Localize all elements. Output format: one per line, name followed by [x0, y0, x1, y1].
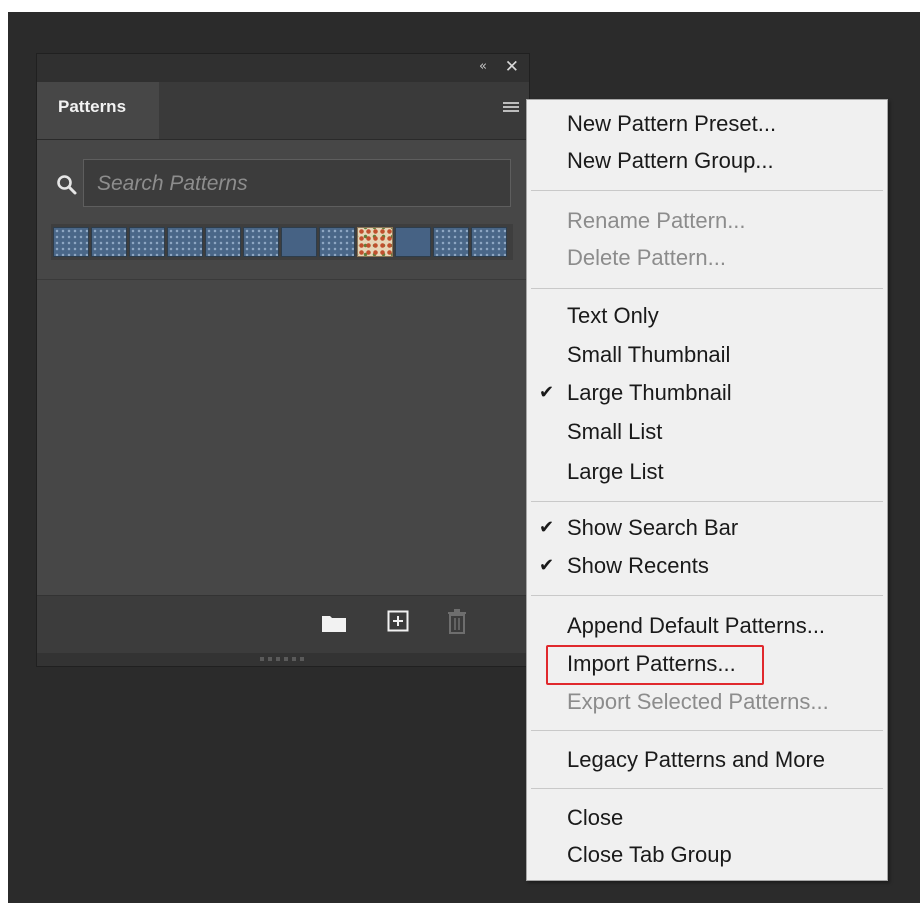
panel-footer: [37, 595, 529, 654]
checkmark-icon: ✔: [539, 555, 555, 576]
collapse-panel-icon[interactable]: «: [479, 59, 487, 74]
recent-pattern-swatch[interactable]: [357, 227, 393, 257]
menu-item-label: Close: [567, 805, 624, 830]
menu-item-label: Large List: [567, 459, 664, 484]
menu-item-small-list[interactable]: Small List: [527, 414, 887, 450]
recent-patterns-row: [51, 224, 513, 260]
recent-pattern-swatch[interactable]: [243, 227, 279, 257]
recent-pattern-swatch[interactable]: [433, 227, 469, 257]
panel-resize-strip[interactable]: [37, 653, 529, 666]
recent-pattern-swatch[interactable]: [129, 227, 165, 257]
menu-item-close-tab-group[interactable]: Close Tab Group: [527, 837, 887, 873]
recent-pattern-swatch[interactable]: [53, 227, 89, 257]
recent-pattern-swatch[interactable]: [471, 227, 507, 257]
menu-item-label: Small Thumbnail: [567, 342, 731, 367]
menu-item-small-thumbnail[interactable]: Small Thumbnail: [527, 337, 887, 373]
menu-item-label: Text Only: [567, 303, 659, 328]
hamburger-icon[interactable]: [503, 102, 519, 114]
menu-separator: [531, 501, 883, 502]
folder-icon[interactable]: [321, 613, 347, 633]
panel-flyout-menu: New Pattern Preset... New Pattern Group..…: [526, 99, 888, 881]
patterns-panel: « ✕ Patterns Search Patterns: [36, 53, 530, 667]
panel-titlebar: « ✕: [37, 54, 529, 82]
menu-item-label: New Pattern Preset...: [567, 111, 777, 136]
search-icon: [57, 175, 77, 195]
menu-item-legacy-patterns-and-more[interactable]: Legacy Patterns and More: [527, 742, 887, 778]
recent-pattern-swatch[interactable]: [91, 227, 127, 257]
trash-icon[interactable]: [447, 609, 467, 634]
menu-item-close[interactable]: Close: [527, 800, 887, 836]
menu-separator: [531, 730, 883, 731]
menu-item-delete-pattern: Delete Pattern...: [527, 240, 887, 276]
menu-separator: [531, 788, 883, 789]
menu-item-show-search-bar[interactable]: ✔ Show Search Bar: [527, 510, 887, 546]
menu-item-label: Export Selected Patterns...: [567, 689, 829, 714]
tab-patterns[interactable]: Patterns: [37, 82, 159, 139]
menu-separator: [531, 288, 883, 289]
menu-item-show-recents[interactable]: ✔ Show Recents: [527, 548, 887, 584]
menu-item-label: Close Tab Group: [567, 842, 732, 867]
recent-pattern-swatch[interactable]: [281, 227, 317, 257]
panel-divider: [37, 279, 529, 280]
menu-item-label: Legacy Patterns and More: [567, 747, 826, 772]
checkmark-icon: ✔: [539, 382, 555, 403]
recent-pattern-swatch[interactable]: [205, 227, 241, 257]
recent-pattern-swatch[interactable]: [395, 227, 431, 257]
menu-item-large-thumbnail[interactable]: ✔ Large Thumbnail: [527, 375, 887, 411]
resize-grip-icon: [260, 657, 304, 661]
close-panel-icon[interactable]: ✕: [505, 57, 519, 77]
menu-item-label: New Pattern Group...: [567, 148, 774, 173]
menu-item-append-default-patterns[interactable]: Append Default Patterns...: [527, 608, 887, 644]
menu-item-label: Large Thumbnail: [567, 380, 732, 405]
menu-item-text-only[interactable]: Text Only: [527, 298, 887, 334]
recent-pattern-swatch[interactable]: [319, 227, 355, 257]
menu-item-large-list[interactable]: Large List: [527, 454, 887, 490]
import-patterns-highlight: [546, 645, 764, 685]
menu-item-label: Delete Pattern...: [567, 245, 726, 270]
menu-item-new-pattern-preset[interactable]: New Pattern Preset...: [527, 106, 887, 142]
checkmark-icon: ✔: [539, 517, 555, 538]
new-pattern-icon[interactable]: [387, 610, 409, 632]
menu-item-label: Show Search Bar: [567, 515, 739, 540]
menu-separator: [531, 190, 883, 191]
menu-item-label: Show Recents: [567, 553, 709, 578]
menu-item-new-pattern-group[interactable]: New Pattern Group...: [527, 143, 887, 179]
menu-item-rename-pattern: Rename Pattern...: [527, 203, 887, 239]
recent-pattern-swatch[interactable]: [167, 227, 203, 257]
menu-item-label: Rename Pattern...: [567, 208, 746, 233]
panel-tabbar: Patterns: [37, 82, 529, 140]
menu-item-label: Small List: [567, 419, 663, 444]
menu-separator: [531, 595, 883, 596]
search-placeholder: Search Patterns: [97, 172, 248, 195]
menu-item-label: Append Default Patterns...: [567, 613, 826, 638]
search-patterns-input[interactable]: Search Patterns: [83, 159, 511, 207]
menu-item-export-selected-patterns: Export Selected Patterns...: [527, 684, 887, 720]
